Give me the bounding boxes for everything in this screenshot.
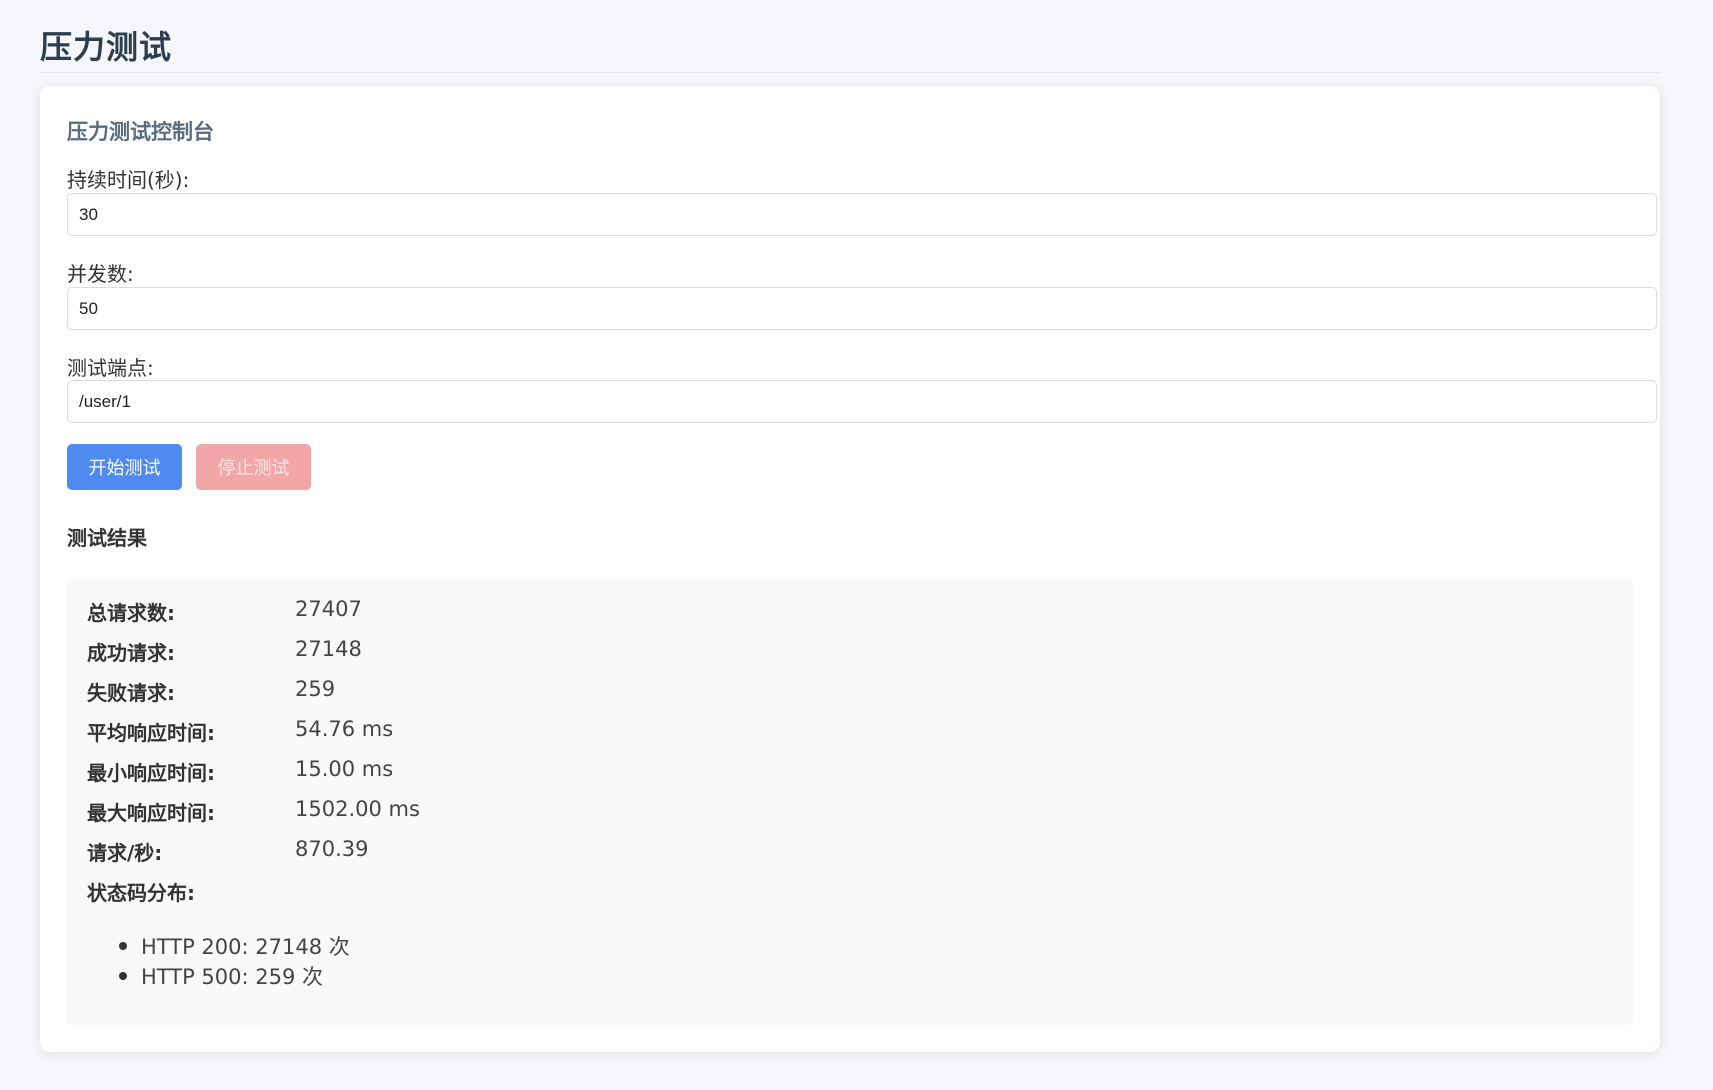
stat-label: 请求/秒: (87, 841, 163, 865)
stat-label: 成功请求: (87, 641, 175, 665)
stat-value: 54.76 ms (295, 717, 394, 741)
stat-label: 总请求数: (87, 601, 175, 625)
console-title: 压力测试控制台 (67, 120, 214, 144)
stat-row-min-response-time: 最小响应时间: 15.00 ms (87, 757, 887, 793)
duration-label: 持续时间(秒): (67, 168, 190, 192)
title-divider (40, 72, 1660, 73)
concurrency-label: 并发数: (67, 262, 134, 286)
results-title: 测试结果 (67, 526, 147, 550)
stat-value: 15.00 ms (295, 757, 394, 781)
stat-row-failed-requests: 失败请求: 259 (87, 677, 887, 713)
status-code-list: HTTP 200: 27148 次 HTTP 500: 259 次 (119, 931, 350, 991)
stat-label: 最小响应时间: (87, 761, 215, 785)
stress-test-console-card: 压力测试控制台 持续时间(秒): 并发数: 测试端点: 开始测试 停止测试 测试… (40, 86, 1660, 1052)
duration-input[interactable] (67, 193, 1657, 236)
stat-value: 870.39 (295, 837, 369, 861)
endpoint-label: 测试端点: (67, 356, 154, 380)
status-distribution-label: 状态码分布: (87, 881, 195, 905)
stat-value: 1502.00 ms (295, 797, 420, 821)
endpoint-input[interactable] (67, 380, 1657, 423)
results-panel: 总请求数: 27407 成功请求: 27148 失败请求: 259 平均响应时间… (67, 577, 1633, 1025)
stat-row-total-requests: 总请求数: 27407 (87, 597, 887, 633)
stop-test-button[interactable]: 停止测试 (196, 444, 311, 490)
stat-value: 27407 (295, 597, 362, 621)
stat-row-max-response-time: 最大响应时间: 1502.00 ms (87, 797, 887, 833)
stat-row-status-distribution: 状态码分布: (87, 877, 887, 913)
stat-row-avg-response-time: 平均响应时间: 54.76 ms (87, 717, 887, 753)
stat-row-successful-requests: 成功请求: 27148 (87, 637, 887, 673)
stat-value: 259 (295, 677, 336, 701)
stat-label: 失败请求: (87, 681, 175, 705)
list-item: HTTP 200: 27148 次 (119, 931, 350, 961)
stat-label: 最大响应时间: (87, 801, 215, 825)
stat-label: 平均响应时间: (87, 721, 215, 745)
concurrency-input[interactable] (67, 287, 1657, 330)
stat-value: 27148 (295, 637, 362, 661)
page-title: 压力测试 (40, 28, 173, 66)
stat-row-requests-per-second: 请求/秒: 870.39 (87, 837, 887, 873)
start-test-button[interactable]: 开始测试 (67, 444, 182, 490)
list-item: HTTP 500: 259 次 (119, 961, 350, 991)
